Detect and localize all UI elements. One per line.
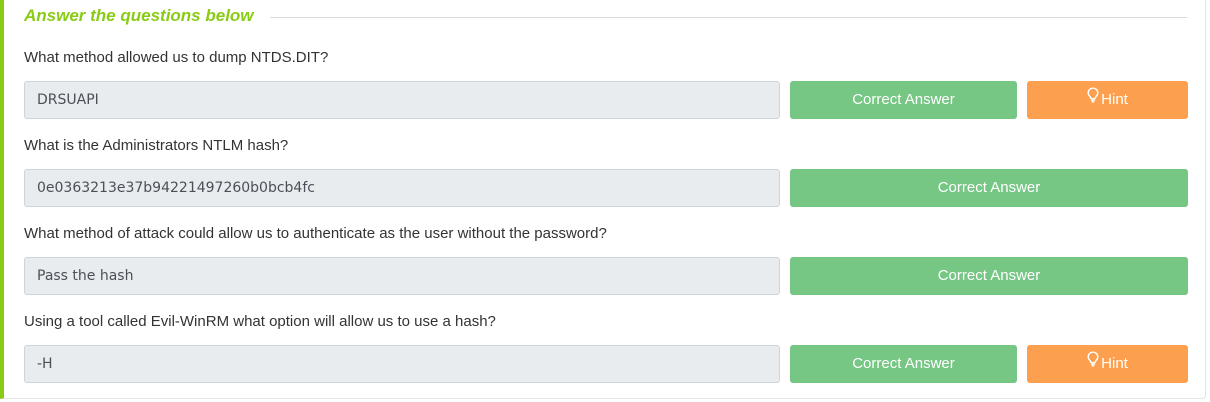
correct-answer-button[interactable]: Correct Answer (790, 257, 1188, 295)
question-text: What is the Administrators NTLM hash? (24, 137, 289, 154)
hint-button[interactable]: Hint (1027, 345, 1188, 383)
question-4: Using a tool called Evil-WinRM what opti… (24, 311, 1188, 383)
answer-row: DRSUAPI Correct Answer Hint (24, 81, 1188, 119)
lightbulb-icon (1087, 344, 1099, 382)
question-text: Using a tool called Evil-WinRM what opti… (24, 313, 496, 330)
hint-label: Hint (1101, 91, 1128, 108)
questions-panel: Answer the questions below What method a… (0, 0, 1206, 399)
question-text: What method allowed us to dump NTDS.DIT? (24, 49, 329, 66)
answer-row: Pass the hash Correct Answer (24, 257, 1188, 295)
question-2: What is the Administrators NTLM hash? 0e… (24, 135, 1188, 207)
answer-field[interactable]: DRSUAPI (24, 81, 780, 119)
section-title: Answer the questions below (24, 6, 254, 25)
section-divider (269, 16, 1187, 18)
answer-field[interactable]: Pass the hash (24, 257, 780, 295)
lightbulb-icon (1087, 80, 1099, 118)
section-header: Answer the questions below (24, 5, 1187, 27)
correct-answer-button[interactable]: Correct Answer (790, 81, 1017, 119)
correct-answer-button[interactable]: Correct Answer (790, 345, 1017, 383)
answer-field[interactable]: 0e0363213e37b94221497260b0bcb4fc (24, 169, 780, 207)
hint-label: Hint (1101, 355, 1128, 372)
answer-row: 0e0363213e37b94221497260b0bcb4fc Correct… (24, 169, 1188, 207)
hint-button[interactable]: Hint (1027, 81, 1188, 119)
correct-answer-button[interactable]: Correct Answer (790, 169, 1188, 207)
answer-field[interactable]: -H (24, 345, 780, 383)
question-text: What method of attack could allow us to … (24, 225, 607, 242)
question-1: What method allowed us to dump NTDS.DIT?… (24, 47, 1188, 119)
question-3: What method of attack could allow us to … (24, 223, 1188, 295)
answer-row: -H Correct Answer Hint (24, 345, 1188, 383)
